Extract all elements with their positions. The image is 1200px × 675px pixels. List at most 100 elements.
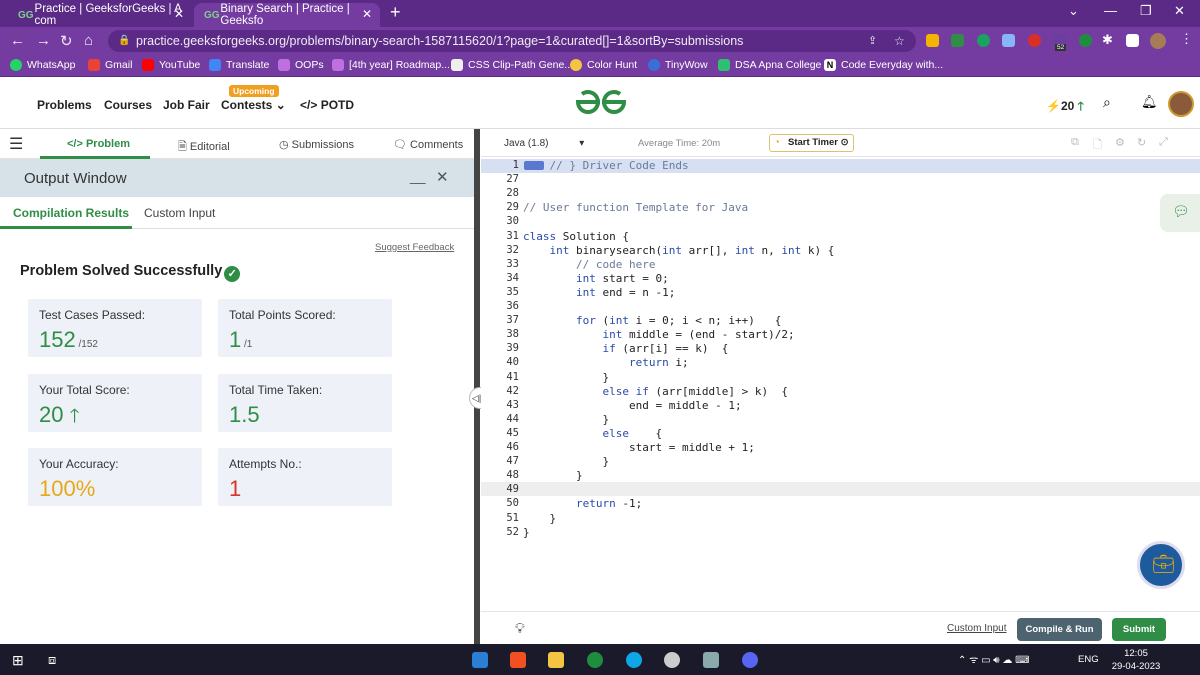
extension-icon[interactable] <box>1002 34 1015 47</box>
tab-label: Submissions <box>291 139 355 151</box>
nav-job-fair[interactable]: Job Fair <box>163 98 210 112</box>
back-arrow-icon[interactable]: ← <box>10 32 25 49</box>
file-icon[interactable]: 🗋 <box>1093 136 1102 155</box>
windows-start-icon[interactable]: ⊞ <box>12 652 24 669</box>
forward-arrow-icon[interactable]: → <box>36 32 51 49</box>
bookmark-translate[interactable]: Translate <box>209 59 269 71</box>
chat-button[interactable]: 💬︎ <box>1160 194 1200 232</box>
start-timer-button[interactable]: ◔ Start Timer ⊙ <box>769 134 854 152</box>
search-icon[interactable]: ⌕ <box>1103 94 1111 111</box>
bookmark-css-clip-path[interactable]: CSS Clip-Path Gene... <box>451 59 573 71</box>
tab-problem[interactable]: </> Problem <box>67 138 130 150</box>
settings-icon[interactable] <box>664 652 680 668</box>
hamburger-menu-icon[interactable]: ☰ <box>9 134 23 154</box>
tab-custom-input[interactable]: Custom Input <box>144 206 215 220</box>
sidebar-icon[interactable] <box>1126 34 1139 47</box>
bookmark-whatsapp[interactable]: WhatsApp <box>10 59 75 71</box>
arrow-up-icon: 🡑 <box>69 406 80 427</box>
line-number: 31 <box>506 229 519 242</box>
bookmark-code-everyday[interactable]: N Code Everyday with... <box>824 59 943 71</box>
clock-time: 12:05 <box>1124 648 1148 659</box>
line-number: 40 <box>506 356 519 369</box>
app-icon[interactable] <box>703 652 719 668</box>
bookmark-roadmap[interactable]: [4th year] Roadmap... <box>332 59 450 71</box>
home-icon[interactable]: ⌂ <box>84 32 93 49</box>
minimize-icon[interactable]: — <box>1104 3 1117 18</box>
nav-problems[interactable]: Problems <box>37 98 92 112</box>
tab-compilation-results[interactable]: Compilation Results <box>13 206 129 220</box>
code-line: start = middle + 1; <box>628 441 755 454</box>
reset-icon[interactable]: ↻ <box>1137 136 1146 149</box>
fullscreen-icon[interactable]: ⤢ <box>1159 136 1168 149</box>
close-tab-icon[interactable]: ✕ <box>174 7 184 21</box>
reload-icon[interactable]: ↻ <box>60 32 73 50</box>
extension-icon[interactable] <box>1028 34 1041 47</box>
copy-icon[interactable]: ⧉ <box>1071 136 1079 149</box>
gfg-logo[interactable] <box>574 88 628 116</box>
nav-potd[interactable]: </> POTD <box>300 98 354 112</box>
extension-icon[interactable] <box>1079 34 1092 47</box>
restore-icon[interactable]: ❐ <box>1140 3 1152 19</box>
minimize-icon[interactable]: __ <box>410 168 426 184</box>
new-tab-button[interactable]: + <box>390 2 401 23</box>
code-line: // User function Template for Java <box>523 201 749 215</box>
share-icon[interactable]: ⇪ <box>868 30 877 52</box>
gear-icon[interactable]: ⚙ <box>1115 136 1125 149</box>
url-bar[interactable]: 🔒 practice.geeksforgeeks.org/problems/bi… <box>108 30 916 52</box>
edge-icon[interactable] <box>626 652 642 668</box>
streak-counter[interactable]: ⚡20 🡑 <box>1046 97 1084 118</box>
clock[interactable]: 12:05 29-04-2023 <box>1106 647 1166 673</box>
submit-button[interactable]: Submit <box>1112 618 1166 641</box>
nav-contests[interactable]: Contests ⌄ <box>221 98 286 112</box>
stat-value: 1.5 <box>229 402 260 427</box>
bookmark-oops[interactable]: OOPs <box>278 59 324 71</box>
system-tray[interactable]: ⌃ ᯤ ▭ 🔊︎ ☁ ⌨ <box>958 652 1030 666</box>
line-number: 48 <box>506 469 519 482</box>
close-window-icon[interactable]: ✕ <box>1174 3 1185 19</box>
tab-editorial[interactable]: 🗎 Editorial <box>178 138 230 157</box>
extension-icon[interactable] <box>951 34 964 47</box>
code-line: } <box>523 525 530 539</box>
bookmark-gmail[interactable]: Gmail <box>88 59 132 71</box>
mail-icon[interactable] <box>472 652 488 668</box>
close-tab-icon[interactable]: ✕ <box>362 7 372 21</box>
menu-dots-icon[interactable]: ⋮ <box>1180 31 1193 47</box>
extension-icon[interactable] <box>977 34 990 47</box>
lightbulb-icon[interactable]: 💡︎ <box>515 620 525 637</box>
bookmark-color-hunt[interactable]: Color Hunt <box>570 59 637 71</box>
code-line: // } Driver Code Ends <box>523 159 689 172</box>
suggest-feedback-link[interactable]: Suggest Feedback <box>375 242 454 253</box>
chrome-icon[interactable] <box>587 652 603 668</box>
stat-label: Total Time Taken: <box>229 383 323 397</box>
output-window-header: Output Window __ ✕ <box>0 159 477 197</box>
profile-avatar[interactable] <box>1150 33 1166 49</box>
chevron-down-icon[interactable]: ⌄ <box>1068 3 1079 19</box>
bookmark-tinywow[interactable]: TinyWow <box>648 59 708 71</box>
folder-icon[interactable] <box>548 652 564 668</box>
stat-value: 1 /1 <box>229 327 252 353</box>
puzzle-icon[interactable]: ✱ <box>1102 32 1113 48</box>
stat-value: 100% <box>39 476 96 501</box>
arrow-up-icon: 🡑 <box>1077 99 1084 113</box>
custom-input-link[interactable]: Custom Input <box>947 623 1006 634</box>
job-bag-button[interactable]: 💼︎ <box>1137 541 1185 589</box>
extension-icon[interactable] <box>926 34 939 47</box>
tab-submissions[interactable]: ◷ Submissions <box>279 138 354 151</box>
avatar[interactable] <box>1168 91 1194 117</box>
bookmark-star-icon[interactable]: ☆ <box>894 30 905 52</box>
task-view-icon[interactable]: ⧈ <box>48 652 56 668</box>
nav-courses[interactable]: Courses <box>104 98 152 112</box>
tab-comments[interactable]: 🗨 Comments <box>393 138 463 151</box>
bookmark-youtube[interactable]: YouTube <box>142 59 200 71</box>
compile-run-button[interactable]: Compile & Run <box>1017 618 1102 641</box>
bell-icon[interactable]: 🔔︎ <box>1141 94 1158 110</box>
discord-icon[interactable] <box>742 652 758 668</box>
document-icon: 🗎 <box>178 141 187 153</box>
tab-binary-search[interactable]: GG Binary Search | Practice | Geeksfo ✕ <box>194 3 380 27</box>
bookmark-dsa-apna[interactable]: DSA Apna College <box>718 59 821 71</box>
language-indicator[interactable]: ENG <box>1078 654 1099 665</box>
language-select[interactable]: Java (1.8) ▾ <box>504 138 584 149</box>
store-icon[interactable] <box>510 652 526 668</box>
tab-practice[interactable]: GG Practice | GeeksforGeeks | A com ✕ <box>8 3 192 27</box>
close-icon[interactable]: ✕ <box>436 168 449 186</box>
